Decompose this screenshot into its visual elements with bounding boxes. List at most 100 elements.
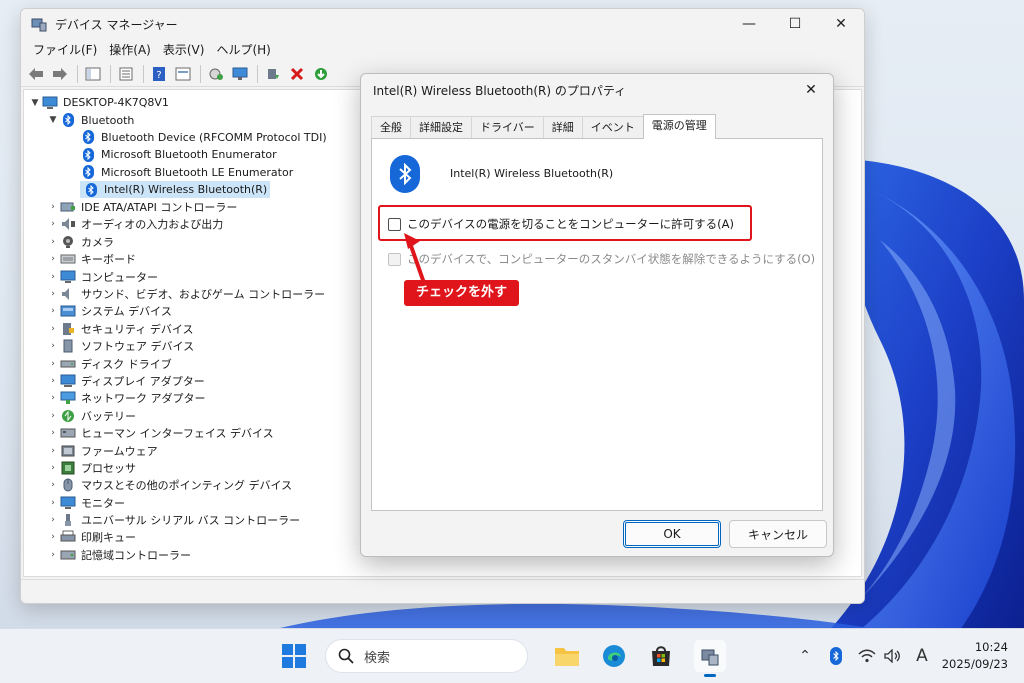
allow-power-off-label: このデバイスの電源を切ることをコンピューターに許可する(A) xyxy=(407,217,734,231)
windows-start-icon[interactable] xyxy=(282,644,306,668)
dialog-titlebar: Intel(R) Wireless Bluetooth(R) のプロパティ ✕ xyxy=(361,74,833,106)
tree-category-label: プロセッサ xyxy=(81,461,136,475)
chevron-right-icon[interactable]: › xyxy=(46,306,60,316)
dialog-close-button[interactable]: ✕ xyxy=(789,74,833,106)
chevron-right-icon[interactable]: › xyxy=(46,376,60,386)
tab-driver[interactable]: ドライバー xyxy=(471,116,544,138)
device-name: Intel(R) Wireless Bluetooth(R) xyxy=(450,167,614,180)
chevron-right-icon[interactable]: › xyxy=(46,480,60,490)
camera-icon xyxy=(60,235,76,249)
menu-help[interactable]: ヘルプ(H) xyxy=(210,39,276,61)
tree-category-label: バッテリー xyxy=(81,409,136,423)
display-adapter-icon xyxy=(60,374,76,388)
uninstall-icon[interactable] xyxy=(286,63,308,85)
chevron-right-icon[interactable]: › xyxy=(46,428,60,438)
update-driver-icon[interactable] xyxy=(262,63,284,85)
file-explorer-icon[interactable] xyxy=(551,640,583,672)
chevron-right-icon[interactable]: › xyxy=(46,463,60,473)
scan-hardware-icon[interactable] xyxy=(205,63,227,85)
close-button[interactable]: ✕ xyxy=(818,9,864,39)
keyboard-icon xyxy=(60,252,76,266)
tree-category-label: Bluetooth xyxy=(81,113,135,127)
taskbar-search[interactable]: 検索 xyxy=(325,639,528,673)
chevron-down-icon[interactable]: ▼ xyxy=(28,98,42,108)
minimize-button[interactable]: — xyxy=(726,9,772,39)
tree-category-label: キーボード xyxy=(81,253,136,267)
edge-browser-icon[interactable] xyxy=(598,640,630,672)
tree-device-label: Microsoft Bluetooth Enumerator xyxy=(101,148,277,162)
clock[interactable]: 10:24 2025/09/23 xyxy=(942,639,1008,673)
chevron-right-icon[interactable]: › xyxy=(46,219,60,229)
tab-events[interactable]: イベント xyxy=(581,116,644,138)
chevron-right-icon[interactable]: › xyxy=(46,341,60,351)
chevron-right-icon[interactable]: › xyxy=(46,393,60,403)
chevron-right-icon[interactable]: › xyxy=(46,202,60,212)
bluetooth-icon xyxy=(83,182,99,197)
chevron-right-icon[interactable]: › xyxy=(46,254,60,264)
show-hide-tree-icon[interactable] xyxy=(82,63,104,85)
tab-details[interactable]: 詳細 xyxy=(542,116,583,138)
properties-icon[interactable] xyxy=(115,63,137,85)
chevron-right-icon[interactable]: › xyxy=(46,446,60,456)
chevron-right-icon[interactable]: › xyxy=(46,411,60,421)
menubar: ファイル(F) 操作(A) 表示(V) ヘルプ(H) xyxy=(21,39,864,61)
dialog-title: Intel(R) Wireless Bluetooth(R) のプロパティ xyxy=(373,83,627,98)
wifi-icon[interactable] xyxy=(857,646,877,666)
selected-item[interactable]: Intel(R) Wireless Bluetooth(R) xyxy=(80,181,271,199)
enable-device-icon[interactable] xyxy=(310,63,332,85)
allow-wake-option: このデバイスで、コンピューターのスタンバイ状態を解除できるようにする(O) xyxy=(388,251,815,267)
device-manager-icon xyxy=(31,18,47,32)
callout-arrow-icon xyxy=(404,233,426,284)
chevron-right-icon[interactable]: › xyxy=(46,272,60,282)
ime-indicator[interactable]: A xyxy=(912,646,932,666)
tab-general[interactable]: 全般 xyxy=(371,116,411,138)
chevron-right-icon[interactable]: › xyxy=(46,550,60,560)
hid-icon xyxy=(60,426,76,440)
tree-category-label: 記憶域コントローラー xyxy=(81,548,191,562)
toolbar-separator xyxy=(257,64,258,83)
chevron-down-icon[interactable]: ▼ xyxy=(46,115,60,125)
security-device-icon xyxy=(60,322,76,336)
chevron-right-icon[interactable]: › xyxy=(46,359,60,369)
chevron-right-icon[interactable]: › xyxy=(46,324,60,334)
help-icon[interactable]: ? xyxy=(148,63,170,85)
battery-icon xyxy=(60,409,76,423)
menu-file[interactable]: ファイル(F) xyxy=(27,39,103,61)
microsoft-store-icon[interactable] xyxy=(645,640,677,672)
toolbar-separator xyxy=(110,64,111,83)
menu-action[interactable]: 操作(A) xyxy=(103,39,157,61)
maximize-button[interactable]: ☐ xyxy=(772,9,818,39)
chevron-right-icon[interactable]: › xyxy=(46,532,60,542)
ide-controller-icon xyxy=(60,200,76,214)
usb-controller-icon xyxy=(60,513,76,527)
mouse-icon xyxy=(60,478,76,492)
tree-category-label: ディスク ドライブ xyxy=(81,357,172,371)
device-manager-taskbar-icon[interactable] xyxy=(694,640,726,677)
bluetooth-tray-icon[interactable] xyxy=(826,646,846,666)
chevron-right-icon[interactable]: › xyxy=(46,515,60,525)
allow-power-off-option[interactable]: このデバイスの電源を切ることをコンピューターに許可する(A) xyxy=(388,216,734,232)
tree-category-label: カメラ xyxy=(81,235,114,249)
tree-category-label: ソフトウェア デバイス xyxy=(81,340,195,354)
tab-advanced[interactable]: 詳細設定 xyxy=(410,116,472,138)
monitor-icon[interactable] xyxy=(229,63,251,85)
forward-arrow-icon[interactable] xyxy=(49,63,71,85)
cancel-button[interactable]: キャンセル xyxy=(729,520,827,548)
ok-button[interactable]: OK xyxy=(623,520,721,548)
view-icon[interactable] xyxy=(172,63,194,85)
monitor-icon xyxy=(60,496,76,510)
tab-power-management[interactable]: 電源の管理 xyxy=(642,114,716,139)
chevron-right-icon[interactable]: › xyxy=(46,237,60,247)
tree-category-label: マウスとその他のポインティング デバイス xyxy=(81,479,293,493)
storage-controller-icon xyxy=(60,548,76,562)
clock-date: 2025/09/23 xyxy=(941,657,1008,671)
allow-wake-label: このデバイスで、コンピューターのスタンバイ状態を解除できるようにする(O) xyxy=(407,252,816,266)
chevron-right-icon[interactable]: › xyxy=(46,498,60,508)
menu-view[interactable]: 表示(V) xyxy=(157,39,211,61)
chevron-right-icon[interactable]: › xyxy=(46,289,60,299)
sound-icon xyxy=(60,287,76,301)
chevron-up-icon[interactable]: ⌃ xyxy=(795,646,815,666)
active-indicator xyxy=(704,674,716,677)
volume-icon[interactable] xyxy=(882,646,902,666)
back-arrow-icon[interactable] xyxy=(25,63,47,85)
